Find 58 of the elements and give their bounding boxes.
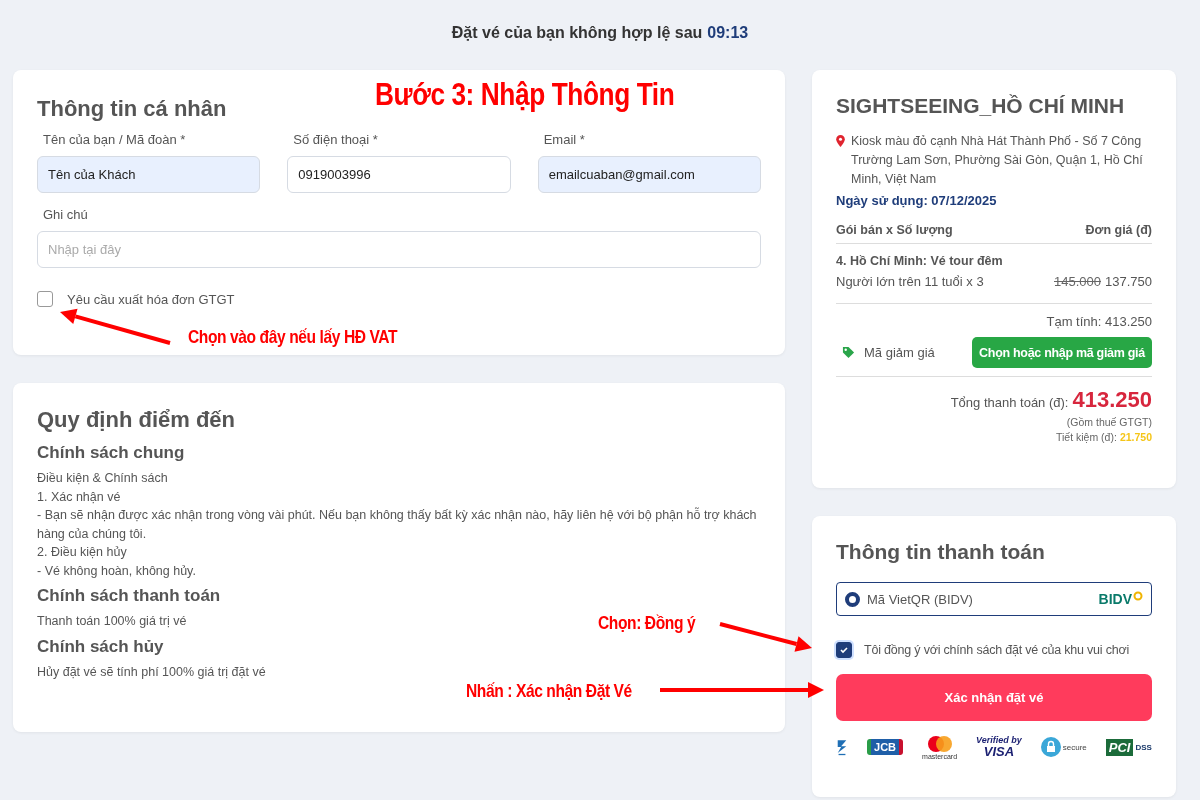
field-label: Email *: [542, 132, 586, 147]
note-field[interactable]: Nhập tại đây: [37, 231, 761, 268]
countdown-time: 09:13: [707, 24, 749, 41]
input-field[interactable]: emailcuaban@gmail.com: [537, 156, 761, 193]
policy-heading: Chính sách chung: [37, 443, 185, 463]
package-name: 4. Hồ Chí Minh: Vé tour đêm: [836, 254, 1004, 268]
location-pin-icon: [836, 135, 845, 147]
section-title: Thông tin cá nhân: [37, 96, 227, 122]
pci-dss-logo: PCI DSS: [1105, 738, 1152, 756]
unit-price: 137.750: [1105, 274, 1152, 289]
timer-message: Đặt vé của bạn không hợp lệ sau: [451, 24, 703, 41]
payment-option[interactable]: Mã VietQR (BIDV) BIDV: [836, 582, 1152, 616]
usage-date: Ngày sử dụng: 07/12/2025: [836, 193, 998, 208]
total-amount: 413.250: [1072, 387, 1152, 413]
policy-text: 2. Điều kiện hủy: [37, 544, 127, 561]
ticket-type: Người lớn trên 11 tuổi x 3: [836, 274, 984, 289]
policy-text: Thanh toán 100% giá trị vé: [37, 613, 187, 630]
total-label: Tổng thanh toán (đ):: [950, 395, 1069, 410]
original-price: 145.000: [1054, 274, 1101, 289]
tag-icon: [842, 346, 855, 359]
checkbox[interactable]: [836, 642, 852, 658]
radio-button[interactable]: [845, 591, 860, 607]
policy-text: - Bạn sẽ nhận được xác nhận trong vòng vài phút. Nếu bạn không thấy bất kỳ xác nhận nào, hãy liên hệ với bộ phận hỗ trợ khách hàng của chúng tôi.: [37, 506, 758, 543]
card-network-icon: [836, 738, 848, 756]
address-text: Kiosk màu đỏ cạnh Nhà Hát Thành Phố - Số 7 Công Trường Lam Sơn, Phường Sài Gòn, Quận 1, Hồ Chí Minh, Việt Nam: [851, 133, 1144, 188]
policy-heading: Chính sách hủy: [37, 636, 164, 657]
annotation-text: Bước 3: Nhập Thông Tin: [375, 76, 675, 113]
jcb-logo: JCB: [867, 739, 904, 755]
column-header: Gói bán x Số lượng: [836, 223, 953, 237]
section-title: Thông tin thanh toán: [836, 540, 1045, 564]
bank-logo: BIDV: [1098, 591, 1143, 607]
savings-amount: 21.750: [1119, 431, 1152, 443]
annotation-text: Chọn: Đồng ý: [598, 612, 696, 634]
field-label: Ghi chú: [42, 207, 89, 222]
secure-seal-logo: secure: [1040, 737, 1087, 757]
input-field[interactable]: Tên của Khách: [37, 156, 261, 193]
checkbox[interactable]: [37, 291, 53, 307]
savings-label: Tiết kiệm (đ):: [1056, 431, 1117, 443]
policy-text: 1. Xác nhận vé: [37, 488, 121, 506]
checkbox-label: Tôi đồng ý với chính sách đặt vé của khu vui chơi: [864, 643, 1130, 657]
policy-text: - Vé không hoàn, không hủy.: [37, 562, 196, 580]
policy-text: Hủy đặt vé sẽ tính phí 100% giá trị đặt vé: [37, 663, 266, 681]
checkbox-label: Yêu cầu xuất hóa đơn GTGT: [67, 291, 235, 307]
policy-text: Điều kiện & Chính sách: [37, 470, 168, 487]
section-title: Quy định điểm đến: [37, 407, 235, 433]
field-label: Tên của bạn / Mã đoàn *: [42, 132, 187, 147]
subtotal: Tạm tính: 413.250: [1045, 314, 1152, 329]
discount-label: Mã giảm giá: [864, 345, 935, 360]
input-field[interactable]: 0919003996: [287, 156, 511, 193]
tour-title: SIGHTSEEING_HỒ CHÍ MINH: [836, 94, 1126, 118]
tax-note: (Gồm thuế GTGT): [1065, 416, 1152, 428]
column-header: Đơn giá (đ): [1085, 223, 1152, 237]
verified-by-visa-logo: Verified by VISA: [976, 736, 1022, 758]
policy-heading: Chính sách thanh toán: [37, 586, 221, 606]
annotation-text: Nhấn : Xác nhận Đặt Vé: [466, 680, 632, 702]
field-label: Số điện thoại *: [292, 132, 379, 147]
annotation-text: Chọn vào đây nếu lấy HĐ VAT: [188, 326, 398, 348]
check-icon: [839, 645, 849, 655]
